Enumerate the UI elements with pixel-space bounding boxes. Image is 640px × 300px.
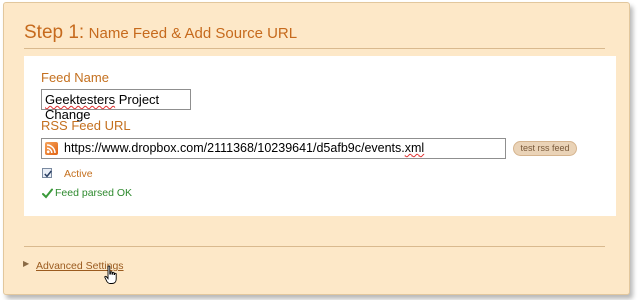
feed-name-input[interactable]: Geektesters Project Change: [41, 89, 191, 122]
rss-url-label: RSS Feed URL: [41, 118, 131, 133]
rss-feed-icon: [45, 142, 58, 155]
feed-name-label: Feed Name: [41, 70, 109, 85]
feed-name-value-misspelled: Geektesters: [45, 92, 116, 107]
bottom-divider: [24, 246, 605, 247]
rss-url-value: https://www.dropbox.com/2111368/10239641…: [64, 141, 424, 155]
step-title: Step 1: Name Feed & Add Source URL: [24, 22, 297, 44]
rss-url-extension: xml: [404, 141, 425, 155]
step-heading: Name Feed & Add Source URL: [88, 25, 298, 42]
checkmark-icon: [42, 186, 53, 204]
checkbox-check-icon: [44, 170, 52, 178]
settings-panel: Step 1: Name Feed & Add Source URL Feed …: [3, 2, 630, 295]
rss-url-input[interactable]: https://www.dropbox.com/2111368/10239641…: [41, 138, 506, 159]
hand-pointer-icon: [104, 265, 118, 290]
feed-form: Feed Name Geektesters Project Change RSS…: [24, 56, 616, 216]
rss-url-main: https://www.dropbox.com/2111368/10239641…: [64, 141, 405, 155]
title-divider: [24, 48, 605, 49]
active-label: Active: [64, 168, 93, 180]
test-rss-feed-button[interactable]: test rss feed: [513, 141, 577, 156]
feed-status: Feed parsed OK: [55, 187, 133, 199]
triangle-right-icon[interactable]: ▶: [23, 259, 29, 268]
step-number: Step 1:: [24, 22, 85, 43]
active-checkbox[interactable]: [42, 168, 52, 178]
